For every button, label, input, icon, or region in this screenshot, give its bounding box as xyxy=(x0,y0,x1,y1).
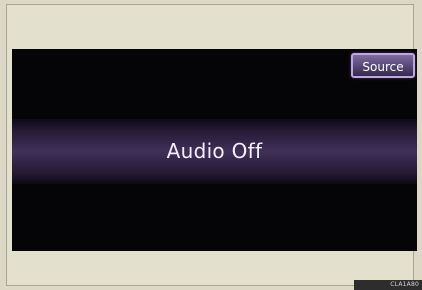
audio-status-text: Audio Off xyxy=(166,139,263,163)
status-band: Audio Off xyxy=(12,119,417,184)
figure-code-label: CLA1A80 xyxy=(354,280,422,290)
audio-screen: Source Audio Off xyxy=(12,49,417,251)
source-button[interactable]: Source xyxy=(351,53,415,78)
